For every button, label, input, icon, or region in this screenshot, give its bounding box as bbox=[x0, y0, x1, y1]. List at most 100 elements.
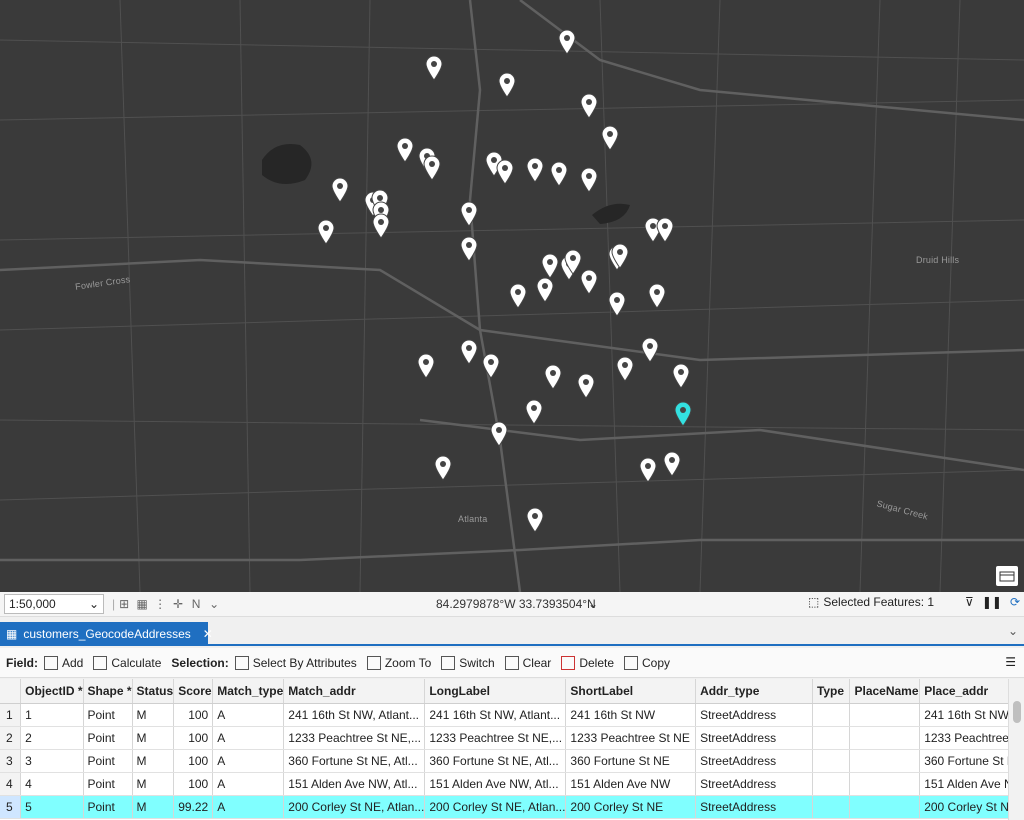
grid-icon[interactable]: ▦ bbox=[133, 595, 151, 613]
row-number[interactable]: 4 bbox=[0, 772, 22, 796]
map-pin-icon[interactable] bbox=[577, 373, 595, 399]
map-pin-icon[interactable] bbox=[601, 125, 619, 151]
map-pin-icon[interactable] bbox=[423, 155, 441, 181]
table-cell[interactable]: 200 Corley St NE bbox=[565, 795, 697, 819]
row-header-corner[interactable] bbox=[0, 679, 22, 704]
clear-selection-button[interactable]: Clear bbox=[504, 655, 551, 670]
table-cell[interactable] bbox=[849, 726, 921, 750]
table-cell[interactable] bbox=[812, 726, 851, 750]
table-cell[interactable]: M bbox=[132, 795, 175, 819]
map-pin-icon[interactable] bbox=[525, 399, 543, 425]
map-pin-icon[interactable] bbox=[580, 167, 598, 193]
map-pin-icon[interactable] bbox=[425, 55, 443, 81]
table-cell[interactable]: A bbox=[212, 795, 285, 819]
table-cell[interactable]: A bbox=[212, 726, 285, 750]
table-cell[interactable]: 100 bbox=[173, 749, 214, 773]
zoom-to-button[interactable]: Zoom To bbox=[366, 655, 431, 670]
table-cell[interactable]: 360 Fortune St NE, Atl... bbox=[283, 749, 426, 773]
row-number[interactable]: 3 bbox=[0, 749, 22, 773]
map-pin-icon[interactable] bbox=[526, 157, 544, 183]
selected-features-indicator[interactable]: ⬚ Selected Features: 1 bbox=[808, 595, 934, 609]
pause-icon[interactable]: ❚❚ bbox=[982, 595, 1002, 609]
table-cell[interactable]: 200 Corley St NE, Atlan... bbox=[424, 795, 567, 819]
table-cell[interactable]: 4 bbox=[20, 772, 84, 796]
basemap-icon[interactable] bbox=[996, 566, 1018, 586]
north-arrow-icon[interactable]: N bbox=[187, 595, 205, 613]
table-cell[interactable]: 360 Fortune St NE bbox=[565, 749, 697, 773]
menu-icon[interactable]: ☰ bbox=[1005, 655, 1016, 669]
map-pin-icon[interactable] bbox=[639, 457, 657, 483]
map-pin-icon[interactable] bbox=[580, 93, 598, 119]
table-cell[interactable]: 1233 Peachtree St NE,... bbox=[283, 726, 426, 750]
column-header[interactable]: Match_type bbox=[212, 679, 285, 704]
table-cell[interactable]: A bbox=[212, 772, 285, 796]
column-header[interactable]: ShortLabel bbox=[565, 679, 697, 704]
map-pin-icon[interactable] bbox=[544, 364, 562, 390]
table-cell[interactable]: StreetAddress bbox=[695, 772, 813, 796]
table-cell[interactable]: A bbox=[212, 749, 285, 773]
map-view[interactable]: Atlanta Druid Hills Fowler Cross Sugar C… bbox=[0, 0, 1024, 592]
map-pin-icon[interactable] bbox=[331, 177, 349, 203]
table-cell[interactable]: 1233 Peachtree St NE,... bbox=[424, 726, 567, 750]
table-cell[interactable]: 100 bbox=[173, 703, 214, 727]
map-pin-icon[interactable] bbox=[460, 339, 478, 365]
map-pin-icon[interactable] bbox=[580, 269, 598, 295]
close-icon[interactable]: ✕ bbox=[203, 627, 213, 641]
table-cell[interactable]: 1 bbox=[20, 703, 84, 727]
map-pin-icon[interactable] bbox=[674, 401, 692, 427]
table-cell[interactable] bbox=[812, 703, 851, 727]
table-cell[interactable] bbox=[812, 772, 851, 796]
table-cell[interactable]: Point bbox=[83, 795, 133, 819]
row-number[interactable]: 1 bbox=[0, 703, 22, 727]
map-pin-icon[interactable] bbox=[663, 451, 681, 477]
table-cell[interactable]: M bbox=[132, 726, 175, 750]
table-row[interactable]: 2 2 Point M 100 A 1233 Peachtree St NE,... 1233… bbox=[0, 726, 1024, 750]
map-pin-icon[interactable] bbox=[608, 291, 626, 317]
table-cell[interactable]: Point bbox=[83, 703, 133, 727]
table-cell[interactable]: 2 bbox=[20, 726, 84, 750]
map-pin-icon[interactable] bbox=[648, 283, 666, 309]
table-cell[interactable]: 200 Corley St NE, Atlan... bbox=[283, 795, 426, 819]
column-header[interactable]: Score bbox=[173, 679, 214, 704]
column-header[interactable]: Shape * bbox=[83, 679, 133, 704]
table-cell[interactable]: 99.22 bbox=[173, 795, 214, 819]
table-cell[interactable]: 5 bbox=[20, 795, 84, 819]
table-row[interactable]: 5 5 Point M 99.22 A 200 Corley St NE, Atlan...… bbox=[0, 795, 1024, 819]
table-cell[interactable]: M bbox=[132, 749, 175, 773]
table-row[interactable]: 4 4 Point M 100 A 151 Alden Ave NW, Atl... 151 … bbox=[0, 772, 1024, 796]
map-pin-icon[interactable] bbox=[396, 137, 414, 163]
table-cell[interactable]: 3 bbox=[20, 749, 84, 773]
table-cell[interactable]: 100 bbox=[173, 772, 214, 796]
map-pin-icon[interactable] bbox=[498, 72, 516, 98]
scrollbar-thumb[interactable] bbox=[1013, 701, 1021, 723]
map-pin-icon[interactable] bbox=[536, 277, 554, 303]
copy-selection-button[interactable]: Copy bbox=[624, 655, 670, 670]
table-cell[interactable]: Point bbox=[83, 749, 133, 773]
chevron-down-icon[interactable]: ⌄ bbox=[1008, 624, 1018, 638]
map-pin-icon[interactable] bbox=[526, 507, 544, 533]
map-pin-icon[interactable] bbox=[482, 353, 500, 379]
map-pin-icon[interactable] bbox=[672, 363, 690, 389]
map-pin-icon[interactable] bbox=[372, 213, 390, 239]
table-cell[interactable]: StreetAddress bbox=[695, 703, 813, 727]
select-by-attributes-button[interactable]: Select By Attributes bbox=[234, 655, 357, 670]
table-cell[interactable] bbox=[849, 703, 921, 727]
row-number[interactable]: 5 bbox=[0, 795, 22, 819]
column-header[interactable]: ObjectID * bbox=[20, 679, 84, 704]
column-header[interactable]: LongLabel bbox=[424, 679, 567, 704]
table-cell[interactable]: 241 16th St NW bbox=[565, 703, 697, 727]
table-cell[interactable]: M bbox=[132, 772, 175, 796]
tab-geocode-addresses[interactable]: ▦ customers_GeocodeAddresses ✕ bbox=[0, 622, 213, 646]
table-cell[interactable]: A bbox=[212, 703, 285, 727]
table-cell[interactable]: M bbox=[132, 703, 175, 727]
map-pin-icon[interactable] bbox=[460, 201, 478, 227]
table-cell[interactable]: 151 Alden Ave NW, Atl... bbox=[424, 772, 567, 796]
table-cell[interactable]: StreetAddress bbox=[695, 795, 813, 819]
map-pin-icon[interactable] bbox=[490, 421, 508, 447]
map-pin-icon[interactable] bbox=[496, 159, 514, 185]
map-pin-icon[interactable] bbox=[641, 337, 659, 363]
delete-selection-button[interactable]: Delete bbox=[561, 655, 614, 670]
snapping-icon[interactable]: ⋮ bbox=[151, 595, 169, 613]
map-pin-icon[interactable] bbox=[541, 253, 559, 279]
table-cell[interactable] bbox=[849, 795, 921, 819]
